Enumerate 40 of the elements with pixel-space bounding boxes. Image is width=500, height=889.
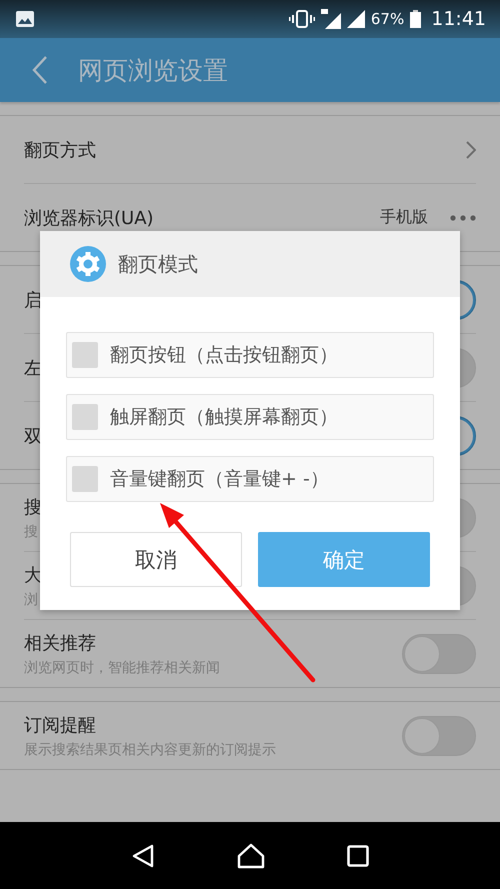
dialog-title: 翻页模式	[118, 250, 198, 278]
toggle-switch[interactable]	[402, 716, 476, 756]
setting-title: 大	[24, 564, 42, 586]
option-label: 音量键翻页（音量键+ -）	[110, 467, 329, 492]
signal-icon	[320, 9, 341, 29]
setting-description: 展示搜索结果页相关内容更新的订阅提示	[24, 740, 276, 758]
chevron-icon[interactable]	[466, 140, 476, 158]
setting-title: 翻页方式	[24, 138, 96, 162]
setting-title: 搜	[24, 496, 42, 518]
setting-title: 启	[24, 288, 42, 312]
recents-icon[interactable]	[347, 844, 369, 866]
option-item[interactable]: 翻页按钮（点击按钮翻页）	[66, 332, 434, 378]
setting-title: 左	[24, 356, 42, 380]
option-item[interactable]: 触屏翻页（触摸屏幕翻页）	[66, 394, 434, 440]
vibrate-icon	[288, 10, 315, 28]
setting-description: 搜	[24, 522, 38, 540]
option-label: 触屏翻页（触摸屏幕翻页）	[110, 405, 338, 430]
setting-title: 订阅提醒	[24, 714, 96, 736]
checkbox[interactable]	[72, 404, 98, 430]
setting-title: 相关推荐	[24, 632, 96, 654]
cancel-button[interactable]: 取消	[70, 532, 242, 587]
more-icon[interactable]	[450, 214, 476, 220]
checkbox[interactable]	[72, 342, 98, 368]
option-label: 翻页按钮（点击按钮翻页）	[110, 343, 338, 368]
option-item[interactable]: 音量键翻页（音量键+ -）	[66, 456, 434, 502]
setting-title: 双	[24, 424, 42, 448]
home-icon[interactable]	[237, 842, 265, 868]
setting-description: 浏览网页时，智能推荐相关新闻	[24, 658, 220, 676]
setting-description: 浏	[24, 590, 38, 608]
battery-icon	[410, 10, 422, 28]
page-title: 网页浏览设置	[78, 54, 228, 86]
setting-value: 手机版	[380, 207, 428, 228]
setting-title: 浏览器标识(UA)	[24, 206, 154, 230]
toggle-switch[interactable]	[402, 634, 476, 674]
image-icon	[16, 11, 34, 27]
battery-percent: 67%	[370, 10, 404, 28]
checkbox[interactable]	[72, 466, 98, 492]
clock: 11:41	[431, 8, 486, 30]
gear-icon	[70, 246, 106, 282]
signal-icon	[346, 10, 365, 28]
